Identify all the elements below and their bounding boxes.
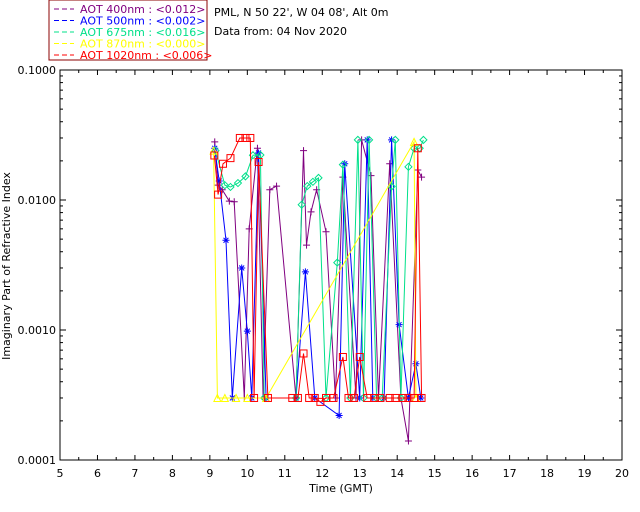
x-tick-label: 13 [353, 467, 367, 480]
axis-ticks: 5 6 7 8 9 10 11 12 13 14 15 16 17 18 19 20 0.0001 0.0010 0… [18, 64, 630, 480]
data-point [303, 241, 311, 249]
y-tick-label: 0.1000 [18, 64, 57, 77]
data-point [273, 182, 281, 190]
data-point [211, 138, 219, 146]
data-point [238, 264, 246, 272]
x-tick-label: 17 [503, 467, 517, 480]
x-tick-label: 15 [428, 467, 442, 480]
data-point [418, 173, 426, 181]
data-point [243, 327, 251, 335]
x-axis-label: Time (GMT) [308, 482, 373, 495]
data-point [222, 236, 230, 244]
x-tick-label: 12 [315, 467, 329, 480]
plot-frame [59, 69, 623, 461]
x-tick-label: 9 [206, 467, 213, 480]
date-text: Data from: 04 Nov 2020 [214, 25, 347, 38]
location-text: PML, N 50 22', W 04 08', Alt 0m [214, 6, 388, 19]
data-point [253, 144, 261, 152]
y-tick-label: 0.0001 [18, 454, 57, 467]
x-tick-label: 11 [278, 467, 292, 480]
x-tick-label: 19 [578, 467, 592, 480]
data-point [300, 147, 308, 155]
data-point [335, 411, 343, 419]
y-tick-label: 0.0010 [18, 324, 57, 337]
data-point [322, 228, 330, 236]
x-tick-label: 10 [240, 467, 254, 480]
y-axis-label: Imaginary Part of Refractive Index [0, 172, 13, 360]
x-tick-label: 8 [169, 467, 176, 480]
data-point [230, 198, 238, 206]
legend-label: AOT 1020nm : <0.006> [80, 49, 213, 62]
legend: AOT 400nm : <0.012>AOT 500nm : <0.002>AO… [48, 0, 213, 62]
x-tick-label: 7 [131, 467, 138, 480]
y-tick-label: 0.0100 [18, 194, 57, 207]
x-tick-label: 14 [390, 467, 404, 480]
x-tick-label: 6 [94, 467, 101, 480]
data-point [301, 268, 309, 276]
x-tick-label: 16 [465, 467, 479, 480]
x-tick-label: 20 [615, 467, 629, 480]
x-tick-label: 5 [57, 467, 64, 480]
aerosol-chart: AOT 400nm : <0.012>AOT 500nm : <0.002>AO… [0, 0, 630, 495]
x-tick-label: 18 [540, 467, 554, 480]
series-lines [209, 133, 428, 445]
data-point [307, 208, 315, 216]
data-point [419, 135, 428, 145]
data-point [225, 197, 233, 205]
data-point [404, 437, 412, 445]
data-point [266, 186, 274, 194]
